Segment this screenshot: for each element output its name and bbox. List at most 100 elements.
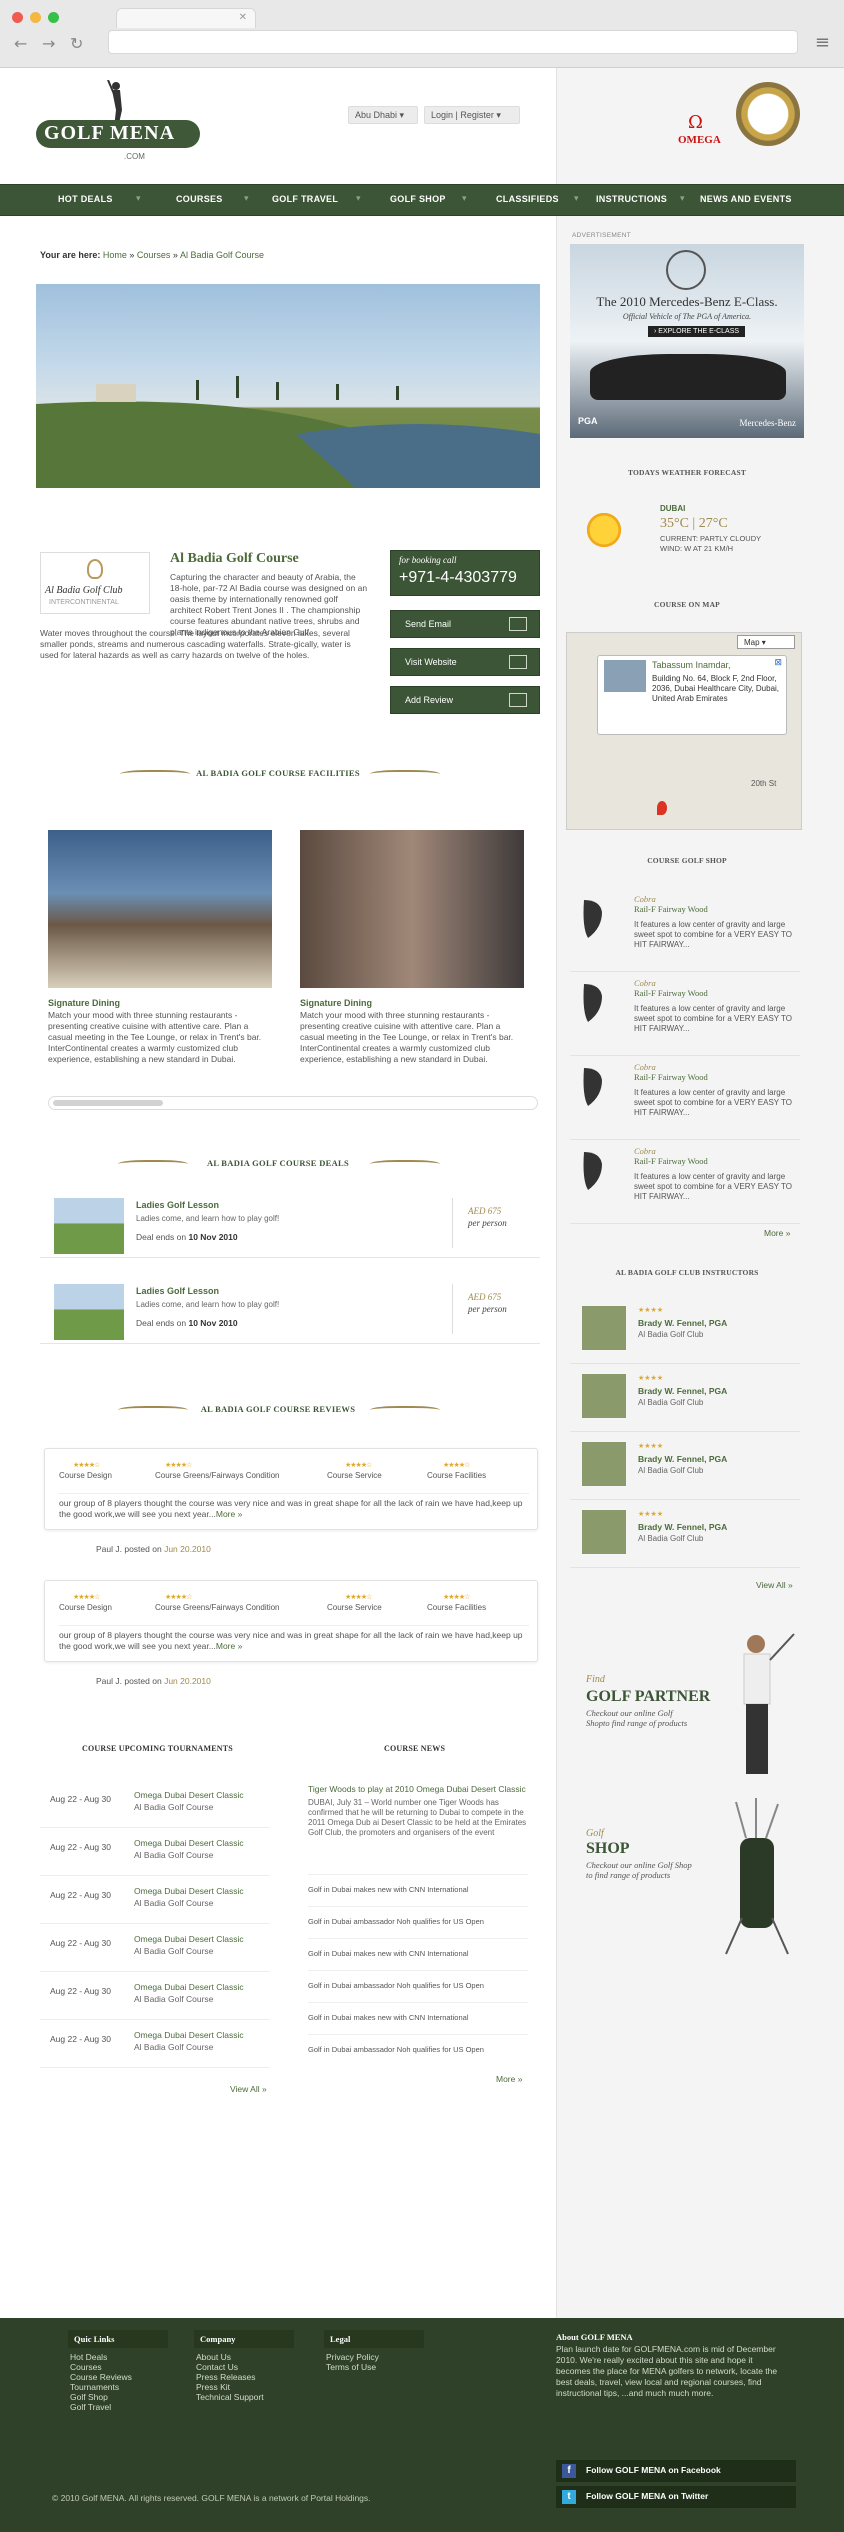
footer-link[interactable]: Privacy Policy [326, 2352, 379, 2362]
tournament-name[interactable]: Omega Dubai Desert Classic [134, 1838, 244, 1848]
tournaments-view-all-link[interactable]: View All » [230, 2084, 267, 2094]
news-item[interactable]: Golf in Dubai makes new with CNN Interna… [308, 1874, 528, 1904]
login-register-button[interactable]: Login | Register ▾ [424, 106, 520, 124]
nav-instructions[interactable]: INSTRUCTIONS [596, 194, 667, 204]
footer-link[interactable]: Press Kit [196, 2382, 264, 2392]
instructor-item[interactable]: ★★★★ Brady W. Fennel, PGA Al Badia Golf Cl… [570, 1502, 800, 1568]
browser-menu-icon[interactable]: ≡ [815, 32, 830, 53]
nav-golf-shop[interactable]: GOLF SHOP [390, 194, 446, 204]
shop-product-name[interactable]: Rail-F Fairway Wood [634, 1156, 708, 1166]
shop-item[interactable]: Cobra Rail-F Fairway Wood It features a lo… [570, 892, 800, 972]
ad-cta-button[interactable]: › EXPLORE THE E-CLASS [648, 326, 746, 337]
breadcrumb-courses[interactable]: Courses [137, 250, 171, 260]
twitter-link[interactable]: t Follow GOLF MENA on Twitter [556, 2486, 796, 2508]
shop-item[interactable]: Cobra Rail-F Fairway Wood It features a lo… [570, 1144, 800, 1224]
close-tab-icon[interactable]: ✕ [239, 12, 247, 23]
instructor-item[interactable]: ★★★★ Brady W. Fennel, PGA Al Badia Golf Cl… [570, 1434, 800, 1500]
add-review-button[interactable]: Add Review [390, 686, 540, 714]
tournament-row[interactable]: Aug 22 - Aug 30 Omega Dubai Desert Classi… [40, 1876, 270, 1924]
shop-product-name[interactable]: Rail-F Fairway Wood [634, 1072, 708, 1082]
instructor-name[interactable]: Brady W. Fennel, PGA [638, 1318, 727, 1328]
featured-news-title[interactable]: Tiger Woods to play at 2010 Omega Dubai … [308, 1784, 528, 1795]
news-item[interactable]: Golf in Dubai ambassador Noh qualifies f… [308, 1970, 528, 2000]
reload-icon[interactable]: ↻ [70, 34, 83, 53]
tournament-name[interactable]: Omega Dubai Desert Classic [134, 2030, 244, 2040]
send-email-button[interactable]: Send Email [390, 610, 540, 638]
news-item[interactable]: Golf in Dubai ambassador Noh qualifies f… [308, 1906, 528, 1936]
facility-title[interactable]: Signature Dining [48, 998, 120, 1008]
facility-title[interactable]: Signature Dining [300, 998, 372, 1008]
deal-title[interactable]: Ladies Golf Lesson [136, 1286, 219, 1296]
featured-news[interactable]: Tiger Woods to play at 2010 Omega Dubai … [308, 1784, 528, 1838]
footer-link[interactable]: Terms of Use [326, 2362, 379, 2372]
shop-product-name[interactable]: Rail-F Fairway Wood [634, 988, 708, 998]
nav-news-events[interactable]: NEWS AND EVENTS [700, 194, 792, 204]
footer-link[interactable]: Courses [70, 2362, 132, 2372]
close-window-icon[interactable] [12, 12, 23, 23]
footer-link[interactable]: Contact Us [196, 2362, 264, 2372]
close-icon[interactable]: ⊠ [774, 658, 782, 668]
tournament-row[interactable]: Aug 22 - Aug 30 Omega Dubai Desert Classi… [40, 1972, 270, 2020]
news-more-link[interactable]: More » [496, 2074, 522, 2084]
map-pin-icon[interactable] [657, 801, 667, 815]
address-bar[interactable] [108, 30, 798, 54]
tournament-row[interactable]: Aug 22 - Aug 30 Omega Dubai Desert Classi… [40, 2020, 270, 2068]
nav-hot-deals[interactable]: HOT DEALS [58, 194, 113, 204]
footer-link[interactable]: Technical Support [196, 2392, 264, 2402]
shop-item[interactable]: Cobra Rail-F Fairway Wood It features a lo… [570, 1060, 800, 1140]
avatar [582, 1306, 626, 1350]
instructor-name[interactable]: Brady W. Fennel, PGA [638, 1386, 727, 1396]
nav-golf-travel[interactable]: GOLF TRAVEL [272, 194, 338, 204]
footer-link[interactable]: Press Releases [196, 2372, 264, 2382]
omega-sponsor[interactable]: Ω OMEGA [676, 90, 736, 150]
nav-classifieds[interactable]: CLASSIFIEDS [496, 194, 559, 204]
back-icon[interactable]: ← [14, 34, 27, 53]
footer-link[interactable]: Course Reviews [70, 2372, 132, 2382]
footer-link[interactable]: Tournaments [70, 2382, 132, 2392]
mercedes-ad[interactable]: The 2010 Mercedes-Benz E-Class. Official… [570, 244, 804, 438]
instructor-name[interactable]: Brady W. Fennel, PGA [638, 1522, 727, 1532]
nav-courses[interactable]: COURSES [176, 194, 223, 204]
news-item[interactable]: Golf in Dubai ambassador Noh qualifies f… [308, 2034, 528, 2064]
tournament-name[interactable]: Omega Dubai Desert Classic [134, 1934, 244, 1944]
news-item[interactable]: Golf in Dubai makes new with CNN Interna… [308, 2002, 528, 2032]
deal-item[interactable]: Ladies Golf Lesson Ladies come, and lear… [40, 1274, 540, 1344]
tournament-row[interactable]: Aug 22 - Aug 30 Omega Dubai Desert Classi… [40, 1780, 270, 1828]
forward-icon[interactable]: → [42, 34, 55, 53]
scrollbar-thumb[interactable] [53, 1100, 163, 1106]
footer-link[interactable]: Golf Travel [70, 2402, 132, 2412]
map-type-select[interactable]: Map ▾ [737, 635, 795, 649]
shop-product-name[interactable]: Rail-F Fairway Wood [634, 904, 708, 914]
browser-tab[interactable]: ✕ [116, 8, 256, 28]
shop-more-link[interactable]: More » [764, 1228, 790, 1238]
facebook-link[interactable]: f Follow GOLF MENA on Facebook [556, 2460, 796, 2482]
tournament-name[interactable]: Omega Dubai Desert Classic [134, 1790, 244, 1800]
facilities-scrollbar[interactable] [48, 1096, 538, 1110]
instructor-item[interactable]: ★★★★ Brady W. Fennel, PGA Al Badia Golf Cl… [570, 1298, 800, 1364]
review-more-link[interactable]: More » [216, 1641, 242, 1651]
review-more-link[interactable]: More » [216, 1509, 242, 1519]
visit-website-button[interactable]: Visit Website [390, 648, 540, 676]
maximize-window-icon[interactable] [48, 12, 59, 23]
instructor-item[interactable]: ★★★★ Brady W. Fennel, PGA Al Badia Golf Cl… [570, 1366, 800, 1432]
golf-partner-promo[interactable]: Find GOLF PARTNER Checkout our online Go… [566, 1628, 806, 1788]
footer-link[interactable]: Hot Deals [70, 2352, 132, 2362]
footer-link[interactable]: About Us [196, 2352, 264, 2362]
course-map[interactable]: Map ▾ Tabassum Inamdar, Building No. 64,… [566, 632, 802, 830]
tournament-name[interactable]: Omega Dubai Desert Classic [134, 1886, 244, 1896]
minimize-window-icon[interactable] [30, 12, 41, 23]
golf-shop-promo[interactable]: Golf SHOP Checkout our online Golf Shop … [566, 1798, 806, 1958]
tournament-row[interactable]: Aug 22 - Aug 30 Omega Dubai Desert Classi… [40, 1828, 270, 1876]
shop-item[interactable]: Cobra Rail-F Fairway Wood It features a lo… [570, 976, 800, 1056]
footer-link[interactable]: Golf Shop [70, 2392, 132, 2402]
tournament-row[interactable]: Aug 22 - Aug 30 Omega Dubai Desert Classi… [40, 1924, 270, 1972]
news-item[interactable]: Golf in Dubai makes new with CNN Interna… [308, 1938, 528, 1968]
instructors-view-all-link[interactable]: View All » [756, 1580, 793, 1590]
site-logo[interactable]: GOLF MENA .COM [36, 80, 206, 161]
tournament-name[interactable]: Omega Dubai Desert Classic [134, 1982, 244, 1992]
deal-title[interactable]: Ladies Golf Lesson [136, 1200, 219, 1210]
location-select[interactable]: Abu Dhabi ▾ [348, 106, 418, 124]
deal-item[interactable]: Ladies Golf Lesson Ladies come, and lear… [40, 1188, 540, 1258]
instructor-name[interactable]: Brady W. Fennel, PGA [638, 1454, 727, 1464]
breadcrumb-home[interactable]: Home [103, 250, 127, 260]
